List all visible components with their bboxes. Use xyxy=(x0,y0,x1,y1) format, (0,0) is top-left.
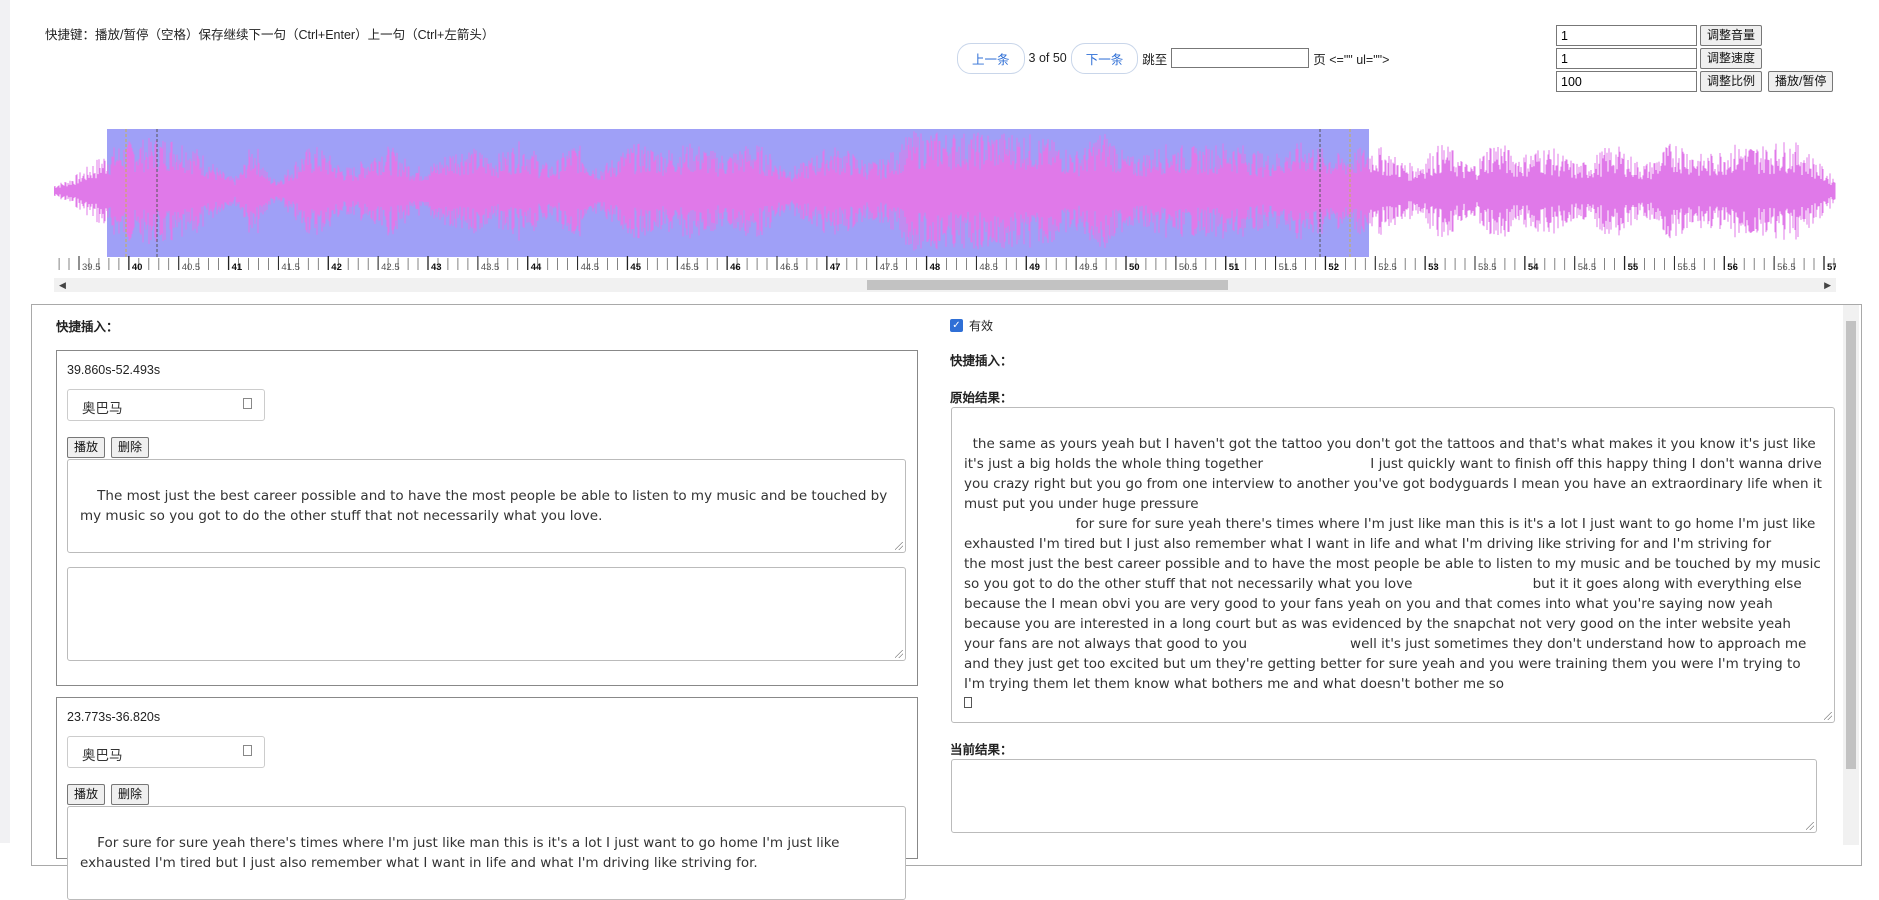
waveform-area[interactable]: 39.5 40 40.5 41 41.5 42 42.5 43 43.5 44 44.5 45 45.5… xyxy=(53,125,1838,273)
timeline-tick-label: 55 xyxy=(1628,262,1639,270)
segment-note-area[interactable] xyxy=(67,567,906,661)
cursor-box-icon xyxy=(964,697,972,708)
timeline-tick-label: 50 xyxy=(1129,262,1140,270)
ratio-input[interactable] xyxy=(1556,71,1697,92)
adjust-speed-button[interactable]: 调整速度 xyxy=(1700,48,1763,69)
waveform-svg[interactable]: 39.5 40 40.5 41 41.5 42 42.5 43 43.5 44 44.5 45 45.5… xyxy=(53,125,1838,273)
timeline-tick-label: 47 xyxy=(830,262,841,270)
timeline-tick-label: 56 xyxy=(1727,262,1738,270)
timeline-tick-label: 39.5 xyxy=(82,262,101,270)
timeline-tick-label: 54 xyxy=(1528,262,1539,270)
timeline-tick-label: 53.5 xyxy=(1478,262,1497,270)
resize-handle-icon[interactable] xyxy=(895,542,903,550)
timeline-tick-label: 42.5 xyxy=(381,262,400,270)
scroll-left-arrow-icon[interactable]: ◀ xyxy=(59,278,66,292)
timeline-tick-label: 41.5 xyxy=(281,262,300,270)
segment-text-area[interactable]: The most just the best career possible a… xyxy=(67,459,906,553)
timeline-tick-label: 49.5 xyxy=(1079,262,1098,270)
adjust-volume-button[interactable]: 调整音量 xyxy=(1700,25,1763,46)
speaker-select[interactable]: 奥巴马 xyxy=(67,389,265,421)
valid-toggle[interactable]: ✓ 有效 xyxy=(950,317,993,334)
scroll-right-arrow-icon[interactable]: ▶ xyxy=(1824,278,1831,292)
timeline-tick-label: 43 xyxy=(431,262,442,270)
original-result-area[interactable]: the same as yours yeah but I haven't got… xyxy=(951,407,1835,723)
prev-button[interactable]: 上一条 xyxy=(957,42,1025,74)
timeline-tick-label: 42 xyxy=(331,262,342,270)
page-info: 3 of 50 xyxy=(1028,51,1067,65)
valid-label: 有效 xyxy=(969,319,994,333)
jump-label: 跳至 xyxy=(1142,52,1168,67)
timeline-tick-label: 43.5 xyxy=(481,262,500,270)
speaker-name: 奥巴马 xyxy=(82,401,123,416)
segment-text-area[interactable]: For sure for sure yeah there's times whe… xyxy=(67,806,906,900)
timeline-tick-label: 40 xyxy=(132,262,143,270)
speaker-dropdown-icon xyxy=(243,745,252,756)
speed-input[interactable] xyxy=(1556,48,1697,69)
timeline-tick-label: 48.5 xyxy=(979,262,998,270)
segment-play-button[interactable]: 播放 xyxy=(67,437,106,458)
timeline-tick-label: 52 xyxy=(1328,262,1339,270)
timeline-tick-label: 57 xyxy=(1827,262,1836,270)
timeline-tick-label: 44 xyxy=(531,262,542,270)
timeline-tick-label: 50.5 xyxy=(1179,262,1198,270)
timeline-tick-label: 40.5 xyxy=(182,262,201,270)
timeline-tick-label: 55.5 xyxy=(1677,262,1696,270)
segment-delete-button[interactable]: 删除 xyxy=(111,437,150,458)
timeline-tick-label: 45.5 xyxy=(680,262,699,270)
segment-time: 39.860s-52.493s xyxy=(67,363,161,377)
timeline-tick-label: 53 xyxy=(1428,262,1439,270)
panel-scroll-thumb[interactable] xyxy=(1846,321,1856,769)
segment-time: 23.773s-36.820s xyxy=(67,710,161,724)
speaker-name: 奥巴马 xyxy=(82,748,123,763)
timeline-tick-label: 45 xyxy=(630,262,641,270)
segment-text: For sure for sure yeah there's times whe… xyxy=(80,835,844,871)
page-suffix: 页 <="" ul=""> xyxy=(1313,52,1390,67)
next-button[interactable]: 下一条 xyxy=(1070,42,1139,74)
current-result-label: 当前结果： xyxy=(950,743,1013,757)
timeline-tick-label: 51 xyxy=(1229,262,1240,270)
timeline-tick-label: 52.5 xyxy=(1378,262,1397,270)
segment-play-button[interactable]: 播放 xyxy=(67,784,106,805)
timeline-tick-label: 44.5 xyxy=(581,262,600,270)
right-quick-insert-label: 快捷插入： xyxy=(950,354,1013,368)
resize-handle-icon[interactable] xyxy=(895,650,903,658)
shortcut-hint: 快捷键：播放/暂停（空格）保存继续下一句（Ctrl+Enter）上一句（Ctrl… xyxy=(45,28,495,42)
jump-page-input[interactable] xyxy=(1171,48,1310,68)
timeline-tick-label: 48 xyxy=(930,262,941,270)
play-pause-button[interactable]: 播放/暂停 xyxy=(1768,71,1834,92)
timeline-tick-label: 56.5 xyxy=(1777,262,1796,270)
timeline-tick-label: 41 xyxy=(232,262,243,270)
timeline-tick-label: 47.5 xyxy=(880,262,899,270)
segment-text: The most just the best career possible a… xyxy=(80,488,892,524)
timeline-tick-label: 46.5 xyxy=(780,262,799,270)
timeline-minor-ticks xyxy=(58,258,1835,270)
left-quick-insert-label: 快捷插入： xyxy=(56,320,119,334)
timeline-tick-label: 46 xyxy=(730,262,741,270)
segment-delete-button[interactable]: 删除 xyxy=(111,784,150,805)
adjust-ratio-button[interactable]: 调整比例 xyxy=(1700,71,1763,92)
segment-card: 23.773s-36.820s 奥巴马 播放 删除 For sure for s… xyxy=(56,697,918,900)
resize-handle-icon[interactable] xyxy=(1806,822,1814,830)
original-result-label: 原始结果： xyxy=(950,391,1013,405)
valid-checkbox[interactable]: ✓ xyxy=(950,319,963,332)
resize-handle-icon[interactable] xyxy=(1824,712,1832,720)
timeline-tick-label: 54.5 xyxy=(1578,262,1597,270)
speaker-dropdown-icon xyxy=(243,398,252,409)
original-result-text: the same as yours yeah but I haven't got… xyxy=(964,436,1822,692)
timeline-tick-label: 51.5 xyxy=(1279,262,1298,270)
timeline-scroll-thumb[interactable] xyxy=(867,280,1228,290)
volume-input[interactable] xyxy=(1556,25,1697,46)
left-edge-strip xyxy=(0,0,10,843)
timeline-tick-label: 49 xyxy=(1029,262,1040,270)
timeline-scrollbar[interactable]: ◀ ▶ xyxy=(54,278,1836,292)
current-result-area[interactable] xyxy=(951,759,1817,833)
segment-card: 39.860s-52.493s 奥巴马 播放 删除 The most just … xyxy=(56,350,918,686)
speaker-select[interactable]: 奥巴马 xyxy=(67,736,265,768)
pagination-bar: 上一条 3 of 50 下一条 跳至 页 <="" ul=""> xyxy=(957,42,1390,74)
panel-scrollbar[interactable] xyxy=(1843,305,1859,845)
